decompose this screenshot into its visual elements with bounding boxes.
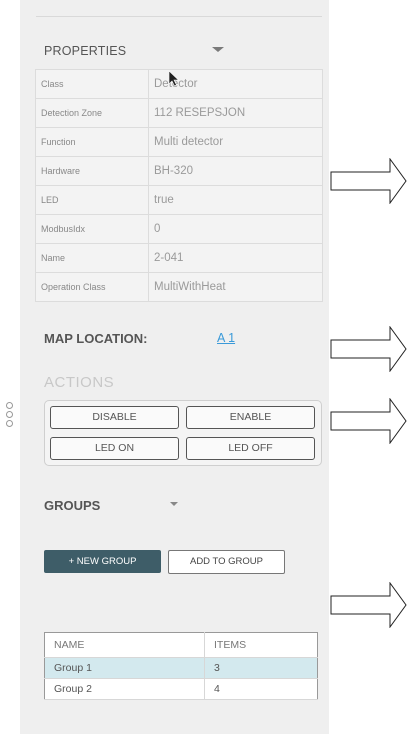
top-divider	[36, 16, 322, 17]
property-key: ModbusIdx	[35, 214, 149, 244]
property-value: 0	[148, 214, 323, 244]
map-location-link[interactable]: A 1	[217, 331, 235, 345]
property-key: Function	[35, 127, 149, 157]
property-row: Function Multi detector	[35, 127, 323, 157]
property-value: BH-320	[148, 156, 323, 186]
chevron-down-icon[interactable]	[212, 47, 224, 52]
groups-title[interactable]: GROUPS	[44, 498, 100, 513]
property-row: Name 2-041	[35, 243, 323, 273]
property-value: Multi detector	[148, 127, 323, 157]
property-row: LED true	[35, 185, 323, 215]
table-row[interactable]: Group 2 4	[44, 678, 318, 700]
properties-table: Class Detector Detection Zone 112 RESEPS…	[35, 69, 323, 302]
property-key: Name	[35, 243, 149, 273]
table-row[interactable]: Group 1 3	[44, 657, 318, 679]
drag-handle-icon[interactable]	[6, 402, 13, 429]
led-off-button[interactable]: LED OFF	[186, 437, 315, 460]
groups-table-header: NAME ITEMS	[44, 632, 318, 658]
property-row: Detection Zone 112 RESEPSJON	[35, 98, 323, 128]
property-key: Class	[35, 69, 149, 99]
arrow-icon	[330, 582, 407, 628]
column-header-items[interactable]: ITEMS	[204, 632, 318, 658]
enable-button[interactable]: ENABLE	[186, 406, 315, 429]
arrow-icon	[330, 398, 407, 444]
column-header-name[interactable]: NAME	[44, 632, 205, 658]
arrow-icon	[330, 326, 407, 372]
actions-title: ACTIONS	[44, 374, 115, 391]
property-key: LED	[35, 185, 149, 215]
property-value: true	[148, 185, 323, 215]
property-value: 2-041	[148, 243, 323, 273]
property-row: Operation Class MultiWithHeat	[35, 272, 323, 302]
chevron-down-icon[interactable]	[170, 502, 178, 506]
group-name-cell: Group 2	[44, 678, 205, 700]
arrow-icon	[330, 158, 407, 204]
properties-panel: PROPERTIES Class Detector Detection Zone…	[20, 0, 329, 734]
properties-header[interactable]: PROPERTIES	[44, 44, 126, 58]
groups-table: NAME ITEMS Group 1 3 Group 2 4	[44, 632, 318, 700]
group-items-cell: 4	[204, 678, 318, 700]
add-to-group-button[interactable]: ADD TO GROUP	[168, 550, 285, 574]
property-value: 112 RESEPSJON	[148, 98, 323, 128]
property-row: Hardware BH-320	[35, 156, 323, 186]
property-key: Operation Class	[35, 272, 149, 302]
led-on-button[interactable]: LED ON	[50, 437, 179, 460]
disable-button[interactable]: DISABLE	[50, 406, 179, 429]
new-group-button[interactable]: + NEW GROUP	[44, 550, 161, 573]
property-value: MultiWithHeat	[148, 272, 323, 302]
group-items-cell: 3	[204, 657, 318, 679]
property-key: Hardware	[35, 156, 149, 186]
actions-box: DISABLE ENABLE LED ON LED OFF	[44, 400, 322, 466]
property-row: ModbusIdx 0	[35, 214, 323, 244]
property-key: Detection Zone	[35, 98, 149, 128]
group-name-cell: Group 1	[44, 657, 205, 679]
map-location-label: MAP LOCATION:	[44, 331, 148, 346]
